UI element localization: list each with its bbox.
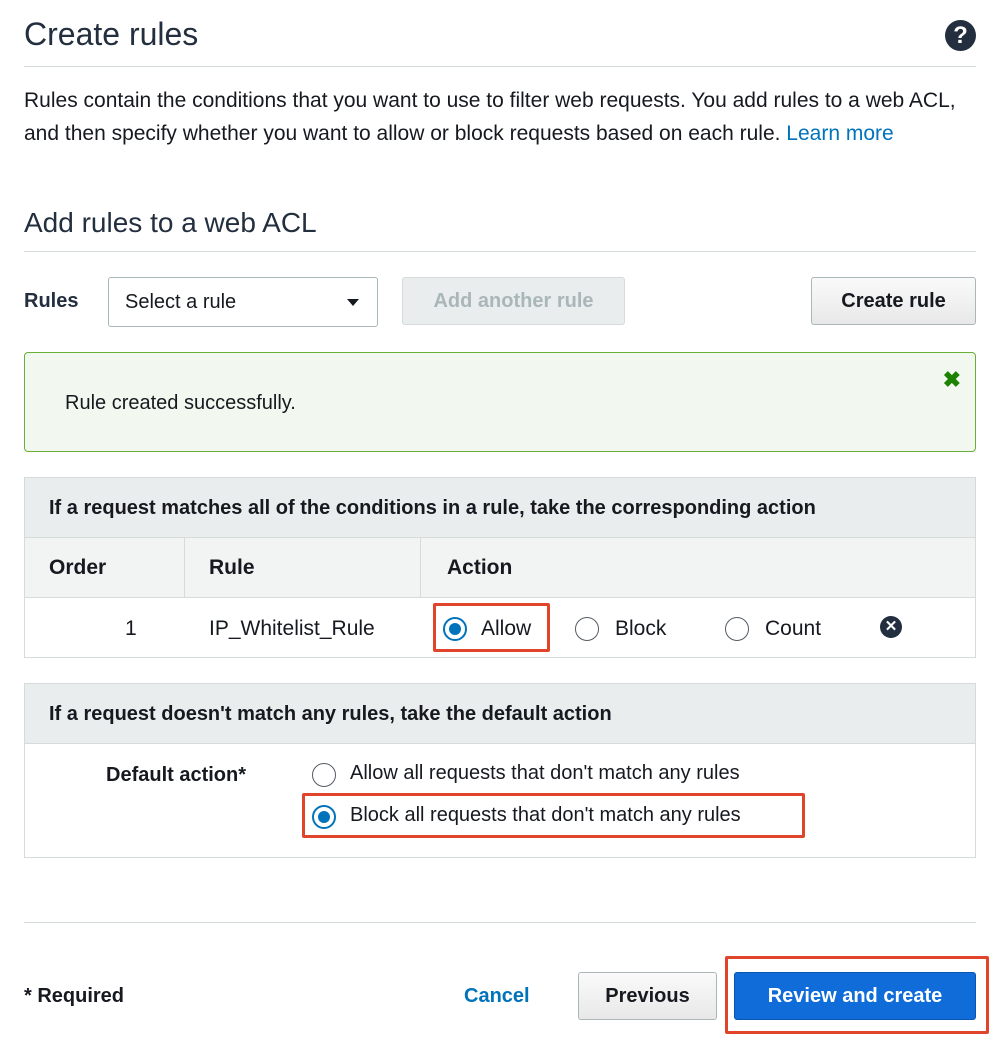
add-another-rule-button[interactable]: Add another rule	[402, 277, 625, 325]
rules-table-header: If a request matches all of the conditio…	[25, 478, 975, 538]
required-note: * Required	[24, 985, 125, 1007]
action-allow-label[interactable]: Allow	[481, 617, 531, 641]
chevron-down-icon	[347, 299, 359, 306]
rule-name: IP_Whitelist_Rule	[209, 617, 375, 640]
action-block-label[interactable]: Block	[615, 617, 666, 641]
remove-rule-icon[interactable]: ✕	[880, 616, 902, 638]
default-block-label[interactable]: Block all requests that don't match any …	[350, 804, 741, 827]
column-header-order: Order	[25, 538, 185, 598]
default-action-panel: If a request doesn't match any rules, ta…	[24, 683, 976, 858]
action-count-radio[interactable]	[725, 617, 749, 641]
section-divider	[24, 251, 976, 252]
page-title: Create rules	[24, 16, 199, 52]
close-icon[interactable]: ✖	[943, 367, 961, 393]
rule-order: 1	[125, 617, 137, 640]
help-icon[interactable]: ?	[945, 20, 976, 51]
default-allow-label[interactable]: Allow all requests that don't match any …	[350, 762, 740, 785]
default-allow-radio[interactable]	[312, 763, 336, 787]
cancel-link[interactable]: Cancel	[464, 985, 530, 1008]
learn-more-link[interactable]: Learn more	[786, 122, 893, 145]
rules-label: Rules	[24, 290, 79, 312]
review-and-create-button[interactable]: Review and create	[734, 972, 976, 1020]
section-title: Add rules to a web ACL	[24, 207, 317, 238]
action-allow-radio[interactable]	[443, 617, 467, 641]
column-header-action: Action	[420, 538, 975, 598]
create-rule-button[interactable]: Create rule	[811, 277, 976, 325]
action-block-radio[interactable]	[575, 617, 599, 641]
footer-divider	[24, 922, 976, 923]
success-alert: Rule created successfully. ✖	[24, 352, 976, 452]
default-action-header: If a request doesn't match any rules, ta…	[25, 684, 975, 744]
intro-paragraph: Rules contain the conditions that you wa…	[24, 84, 974, 150]
rule-select[interactable]: Select a rule	[108, 277, 378, 327]
alert-message: Rule created successfully.	[65, 392, 296, 414]
column-header-rule: Rule	[184, 538, 421, 598]
previous-button[interactable]: Previous	[578, 972, 717, 1020]
rules-table-panel: If a request matches all of the conditio…	[24, 477, 976, 658]
action-count-label[interactable]: Count	[765, 617, 821, 641]
default-block-radio[interactable]	[312, 805, 336, 829]
rule-select-value: Select a rule	[125, 291, 237, 313]
title-divider	[24, 66, 976, 67]
default-action-label: Default action*	[106, 764, 247, 786]
